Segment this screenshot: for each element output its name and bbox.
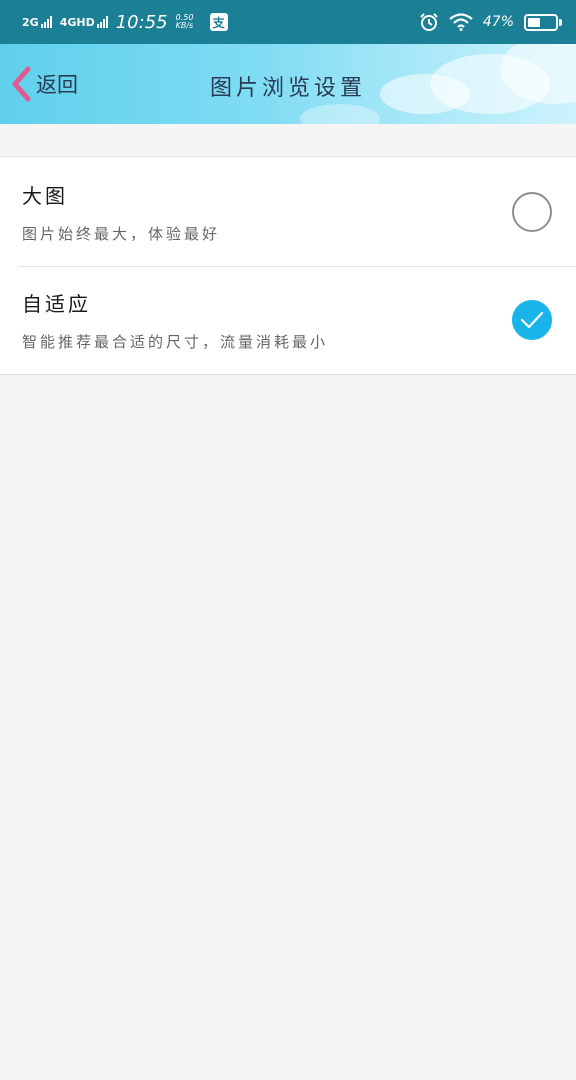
signal-icon: [96, 16, 108, 28]
screen: 2G 4GHD 10:55 0.50 KB/s 支 47% 返回 图片浏览设置 …: [0, 0, 576, 1080]
pay-notification-icon: 支: [209, 13, 228, 31]
option-large-image[interactable]: 大图 图片始终最大，体验最好: [0, 157, 576, 266]
status-left: 2G 4GHD 10:55 0.50 KB/s 支: [22, 12, 228, 33]
alarm-icon: [420, 13, 438, 31]
option-description: 图片始终最大，体验最好: [22, 224, 221, 243]
signal-2g: 2G: [22, 16, 52, 28]
battery-icon: [524, 13, 562, 31]
battery-percent: 47%: [482, 14, 514, 30]
page-title: 图片浏览设置: [209, 76, 366, 101]
radio-button-adaptive[interactable]: [512, 300, 552, 340]
radio-button-large-image[interactable]: [512, 191, 552, 232]
option-description: 智能推荐最合适的尺寸，流量消耗最小: [22, 333, 329, 351]
option-text: 自适应 智能推荐最合适的尺寸，流量消耗最小: [22, 288, 512, 352]
title-bar: 返回 图片浏览设置: [0, 44, 576, 124]
option-adaptive[interactable]: 自适应 智能推荐最合适的尺寸，流量消耗最小: [0, 266, 576, 375]
status-bar: 2G 4GHD 10:55 0.50 KB/s 支 47%: [0, 0, 576, 44]
network-2g-label: 2G: [22, 16, 39, 29]
speed-unit: KB/s: [175, 21, 194, 30]
wifi-icon: [449, 13, 473, 31]
signal-icon: [40, 16, 52, 28]
checkmark-icon: [520, 311, 544, 329]
image-size-options: 大图 图片始终最大，体验最好 自适应 智能推荐最合适的尺寸，流量消耗最小: [0, 156, 576, 375]
network-4g-label: 4GHD: [59, 16, 95, 29]
signal-4g: 4GHD: [60, 16, 108, 28]
status-right: 47%: [419, 12, 562, 32]
option-title: 自适应: [22, 292, 91, 316]
option-title: 大图: [22, 183, 68, 208]
option-text: 大图 图片始终最大，体验最好: [22, 180, 512, 244]
network-speed: 0.50 KB/s: [176, 14, 202, 30]
clock-time: 10:55: [115, 11, 168, 33]
